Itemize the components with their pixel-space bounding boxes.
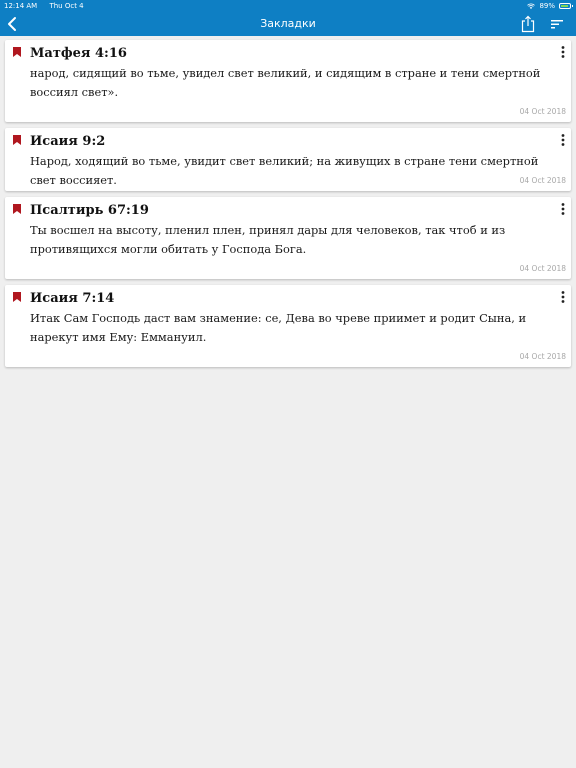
bookmark-reference[interactable]: Исаия 7:14 bbox=[30, 291, 114, 307]
bookmark-reference[interactable]: Псалтирь 67:19 bbox=[30, 203, 149, 219]
more-vertical-icon[interactable] bbox=[561, 203, 565, 215]
bookmark-icon bbox=[13, 292, 21, 302]
bookmark-icon bbox=[13, 135, 21, 145]
bookmark-verse-text[interactable]: Народ, ходящий во тьме, увидит свет вели… bbox=[30, 152, 559, 190]
battery-icon bbox=[559, 3, 573, 9]
bookmark-icon bbox=[13, 47, 21, 57]
bookmark-verse-text[interactable]: народ, сидящий во тьме, увидел свет вели… bbox=[30, 64, 559, 102]
sort-icon[interactable] bbox=[550, 18, 564, 30]
status-time: 12:14 AM bbox=[4, 2, 38, 10]
bookmark-verse-text[interactable]: Итак Сам Господь даст вам знамение: се, … bbox=[30, 309, 559, 347]
bookmark-card[interactable]: Исаия 9:2 Народ, ходящий во тьме, увидит… bbox=[5, 128, 571, 191]
page-title: Закладки bbox=[260, 17, 316, 30]
more-vertical-icon[interactable] bbox=[561, 46, 565, 58]
bookmarks-list: Матфея 4:16 народ, сидящий во тьме, увид… bbox=[5, 40, 571, 373]
bookmark-card[interactable]: Матфея 4:16 народ, сидящий во тьме, увид… bbox=[5, 40, 571, 122]
status-right: 89% bbox=[527, 0, 573, 12]
bookmark-card[interactable]: Псалтирь 67:19 Ты восшел на высоту, плен… bbox=[5, 197, 571, 279]
bookmark-icon bbox=[13, 204, 21, 214]
status-left: 12:14 AM Thu Oct 4 bbox=[4, 0, 84, 12]
bookmark-card[interactable]: Исаия 7:14 Итак Сам Господь даст вам зна… bbox=[5, 285, 571, 367]
battery-percent: 89% bbox=[539, 2, 555, 10]
wifi-icon bbox=[527, 3, 536, 9]
status-date: Thu Oct 4 bbox=[49, 2, 84, 10]
navigation-bar: Закладки bbox=[0, 12, 576, 36]
more-vertical-icon[interactable] bbox=[561, 291, 565, 303]
bookmark-date: 04 Oct 2018 bbox=[519, 352, 566, 361]
bookmark-date: 04 Oct 2018 bbox=[519, 107, 566, 116]
bookmark-date: 04 Oct 2018 bbox=[519, 176, 566, 185]
bookmark-reference[interactable]: Исаия 9:2 bbox=[30, 134, 105, 150]
status-bar: 12:14 AM Thu Oct 4 89% bbox=[0, 0, 576, 12]
bookmark-verse-text[interactable]: Ты восшел на высоту, пленил плен, принял… bbox=[30, 221, 559, 259]
more-vertical-icon[interactable] bbox=[561, 134, 565, 146]
bookmark-date: 04 Oct 2018 bbox=[519, 264, 566, 273]
share-icon[interactable] bbox=[520, 15, 536, 33]
bookmark-reference[interactable]: Матфея 4:16 bbox=[30, 46, 127, 62]
